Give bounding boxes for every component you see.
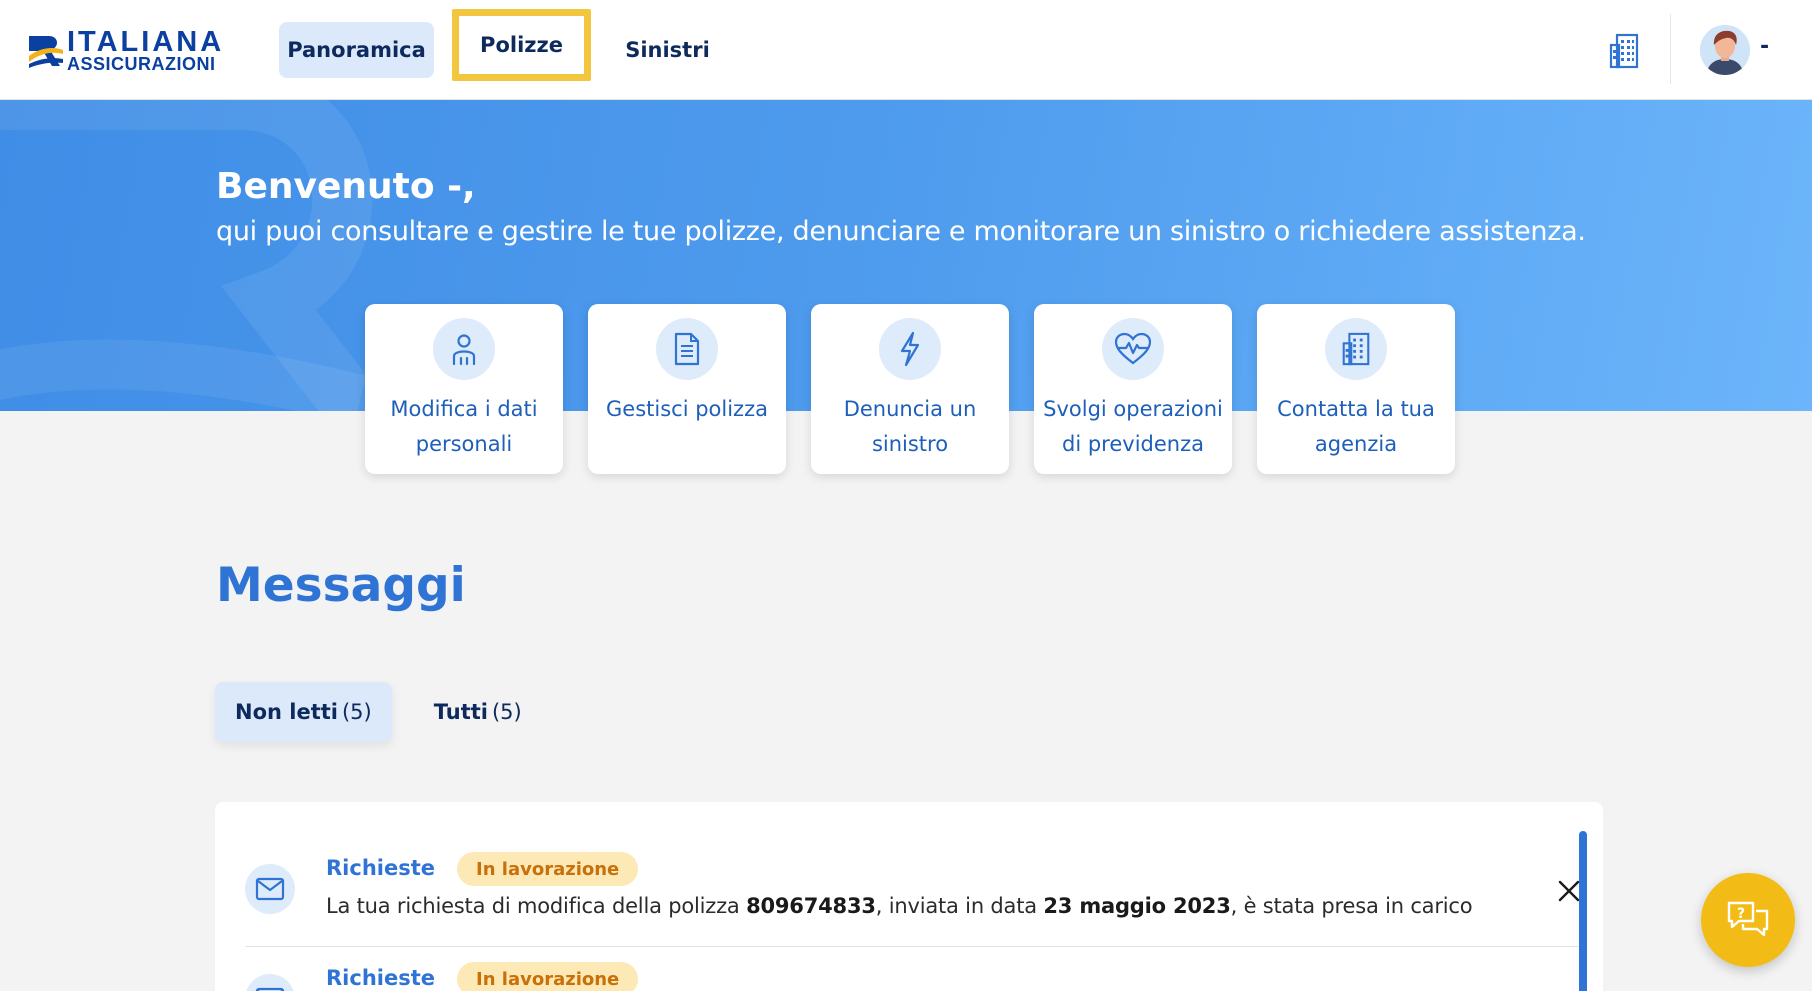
building-icon [1325, 318, 1387, 380]
person-icon [433, 318, 495, 380]
envelope-icon [245, 864, 295, 914]
logo[interactable]: ITALIANA ASSICURAZIONI [27, 28, 224, 73]
action-label: Modifica i dati personali [390, 397, 538, 456]
action-denuncia-sinistro[interactable]: Denuncia un sinistro [811, 304, 1009, 474]
building-icon[interactable] [1609, 33, 1639, 69]
message-category: Richieste [326, 856, 435, 880]
nav-sinistri[interactable]: Sinistri [610, 22, 725, 78]
status-badge: In lavorazione [457, 962, 639, 991]
nav-polizze[interactable]: Polizze [452, 9, 591, 81]
lightning-icon [879, 318, 941, 380]
divider [245, 946, 1579, 947]
messages-title: Messaggi [216, 558, 466, 613]
user-name[interactable]: - [1760, 34, 1769, 59]
action-previdenza[interactable]: Svolgi operazioni di previdenza [1034, 304, 1232, 474]
chat-button[interactable]: ? [1701, 873, 1795, 967]
envelope-icon [245, 974, 295, 991]
tab-tutti[interactable]: Tutti (5) [414, 682, 542, 742]
messages-scrollbar[interactable] [1579, 831, 1587, 991]
action-label: Denuncia un sinistro [843, 397, 977, 456]
welcome-subtitle: qui puoi consultare e gestire le tue pol… [216, 216, 1586, 247]
welcome-title: Benvenuto -, [216, 166, 476, 207]
action-label: Svolgi operazioni di previdenza [1043, 397, 1223, 456]
header-divider [1670, 14, 1671, 84]
tab-label: Non letti [235, 700, 338, 724]
message-tabs: Non letti (5) Tutti (5) [215, 682, 542, 742]
tab-count: (5) [491, 700, 522, 724]
nav-panoramica[interactable]: Panoramica [279, 22, 434, 78]
tab-count: (5) [341, 700, 372, 724]
action-label: Gestisci polizza [606, 397, 768, 421]
user-avatar-icon [1700, 25, 1750, 75]
quick-actions: Modifica i dati personali Gestisci poliz… [365, 304, 1455, 474]
messages-list: Richieste In lavorazione La tua richiest… [215, 802, 1603, 991]
status-badge: In lavorazione [457, 852, 639, 886]
action-gestisci-polizza[interactable]: Gestisci polizza [588, 304, 786, 474]
logo-line2: ASSICURAZIONI [67, 54, 216, 74]
message-date: 23 maggio 2023 [1043, 894, 1231, 918]
action-contatta-agenzia[interactable]: Contatta la tua agenzia [1257, 304, 1455, 474]
heart-pulse-icon [1102, 318, 1164, 380]
svg-text:?: ? [1737, 906, 1745, 922]
top-header: ITALIANA ASSICURAZIONI Panoramica Polizz… [0, 0, 1812, 100]
logo-mark-icon [29, 35, 63, 68]
tab-label: Tutti [433, 700, 488, 724]
logo-line1: ITALIANA [67, 26, 225, 58]
message-category: Richieste [326, 966, 435, 990]
document-icon [656, 318, 718, 380]
action-modifica-dati[interactable]: Modifica i dati personali [365, 304, 563, 474]
action-label: Contatta la tua agenzia [1277, 397, 1435, 456]
message-text: La tua richiesta di modifica della poliz… [326, 894, 1473, 918]
policy-number: 809674833 [746, 894, 876, 918]
chat-bubbles-icon: ? [1727, 901, 1769, 937]
avatar[interactable] [1700, 25, 1750, 75]
tab-non-letti[interactable]: Non letti (5) [215, 682, 392, 742]
